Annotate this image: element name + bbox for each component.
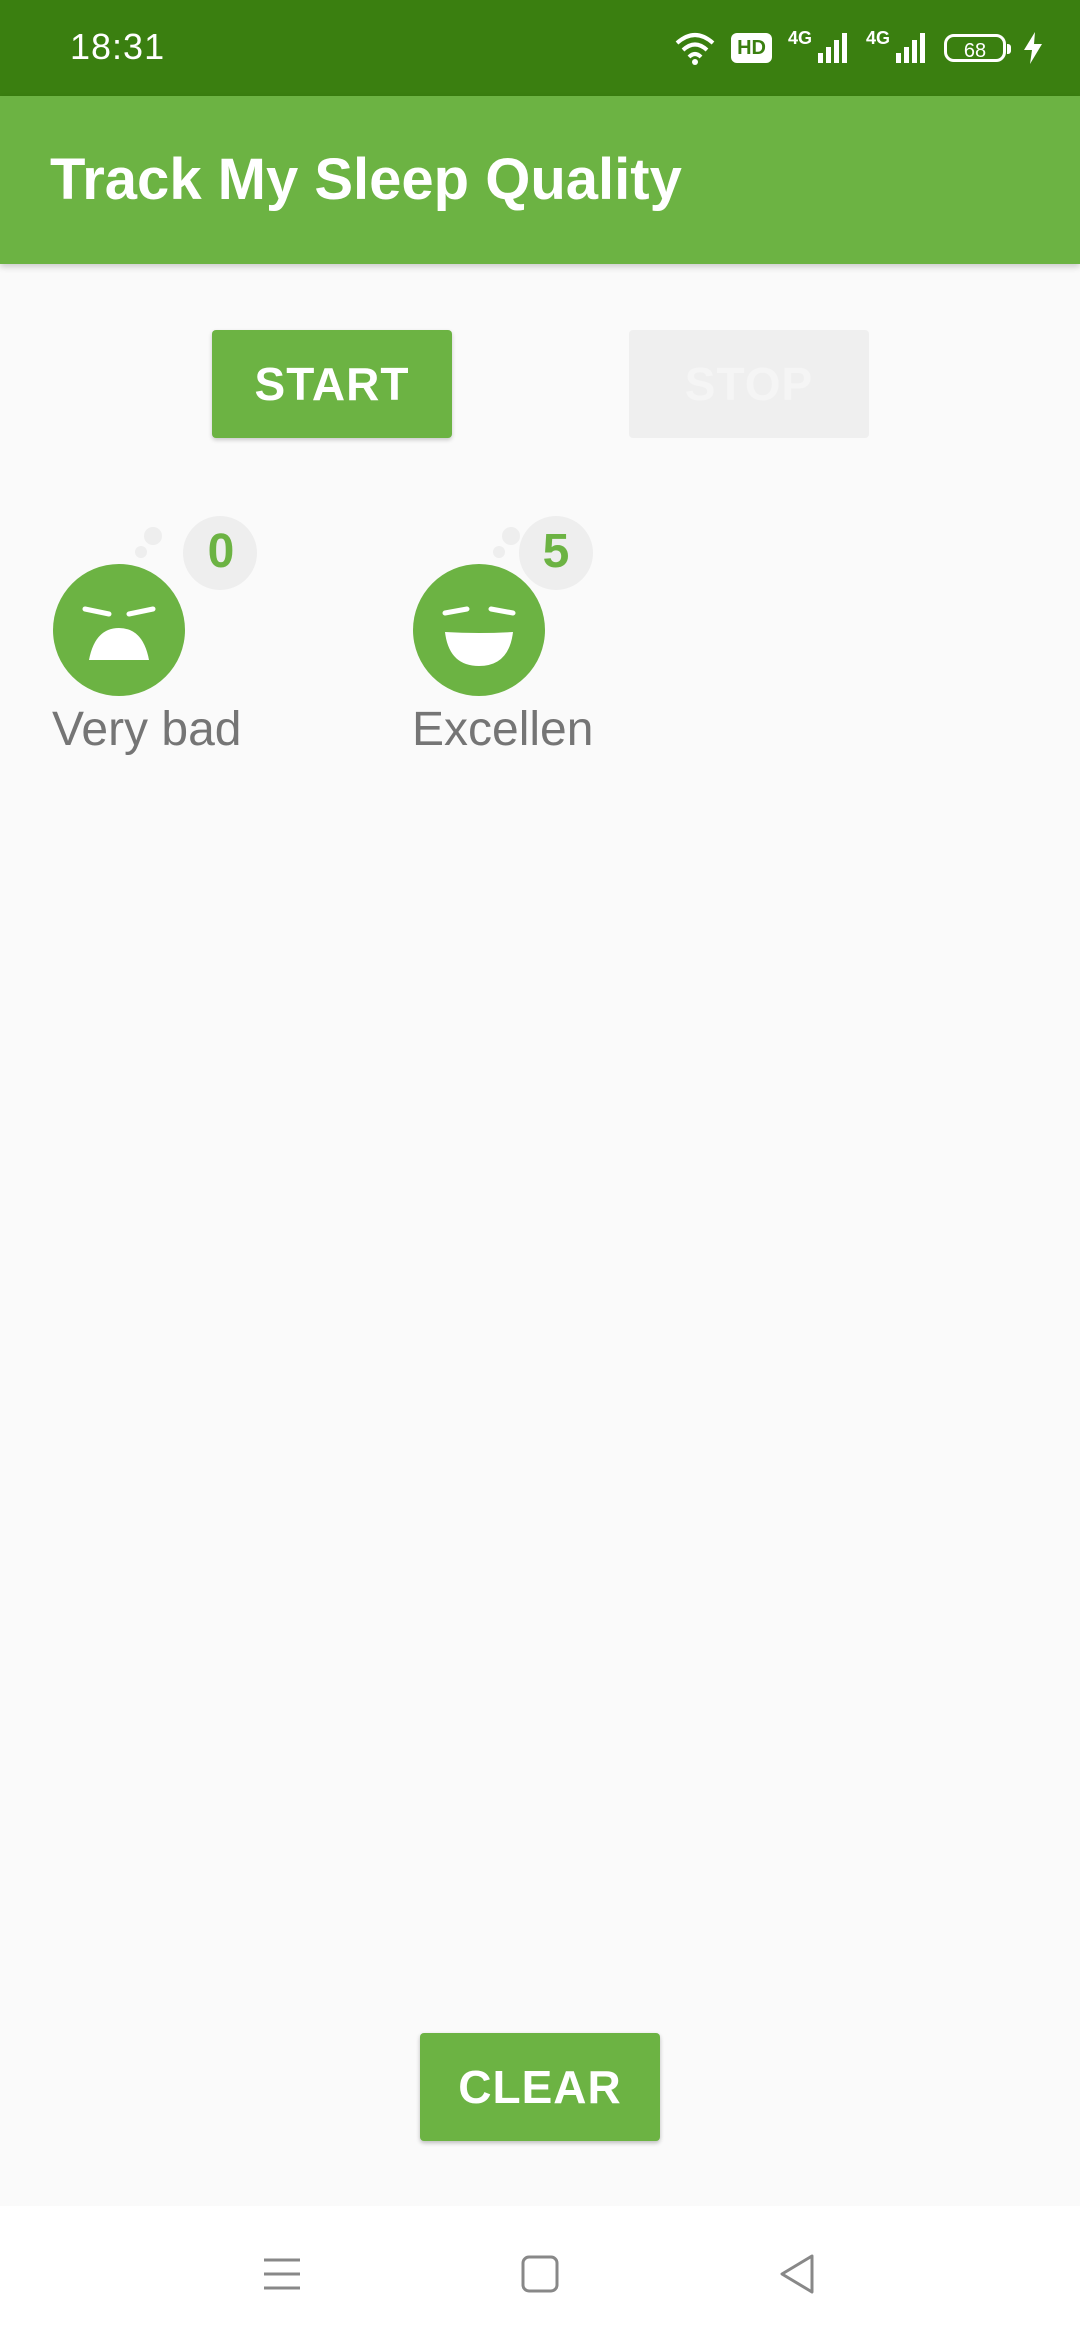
clear-button[interactable]: CLEAR bbox=[420, 2033, 660, 2141]
sleep-excellent-icon bbox=[413, 516, 593, 696]
home-icon[interactable] bbox=[510, 2244, 570, 2304]
night-id-badge: 5 bbox=[542, 525, 570, 578]
app-bar: Track My Sleep Quality bbox=[0, 96, 1080, 264]
battery-icon: 68 bbox=[944, 34, 1011, 62]
app-title: Track My Sleep Quality bbox=[50, 147, 682, 212]
signal-icon bbox=[817, 33, 847, 63]
night-id-badge: 0 bbox=[207, 525, 235, 578]
system-nav-bar bbox=[0, 2206, 1080, 2340]
wifi-icon bbox=[675, 33, 715, 65]
sleep-quality-label: Excellen bbox=[412, 703, 594, 756]
sleep-night-item[interactable]: 5 Excellen bbox=[405, 510, 705, 770]
network-type-label: 4G bbox=[787, 27, 812, 48]
back-icon[interactable] bbox=[768, 2244, 828, 2304]
network-type-label: 4G bbox=[865, 27, 890, 48]
start-button[interactable]: START bbox=[212, 330, 452, 438]
stop-button[interactable]: STOP bbox=[629, 330, 869, 438]
sleep-quality-label: Very bad bbox=[52, 703, 242, 756]
hd-voice-icon: HD bbox=[731, 33, 772, 63]
status-time: 18:31 bbox=[70, 26, 166, 67]
menu-icon[interactable] bbox=[252, 2244, 312, 2304]
signal-icon bbox=[896, 33, 925, 63]
charging-icon bbox=[1024, 32, 1042, 64]
sleep-night-item[interactable]: 0 Very bad bbox=[45, 510, 345, 770]
status-bar: 18:31 HD 4G 4G 68 bbox=[0, 0, 1080, 96]
status-icons: HD 4G 4G 68 bbox=[675, 26, 1044, 70]
